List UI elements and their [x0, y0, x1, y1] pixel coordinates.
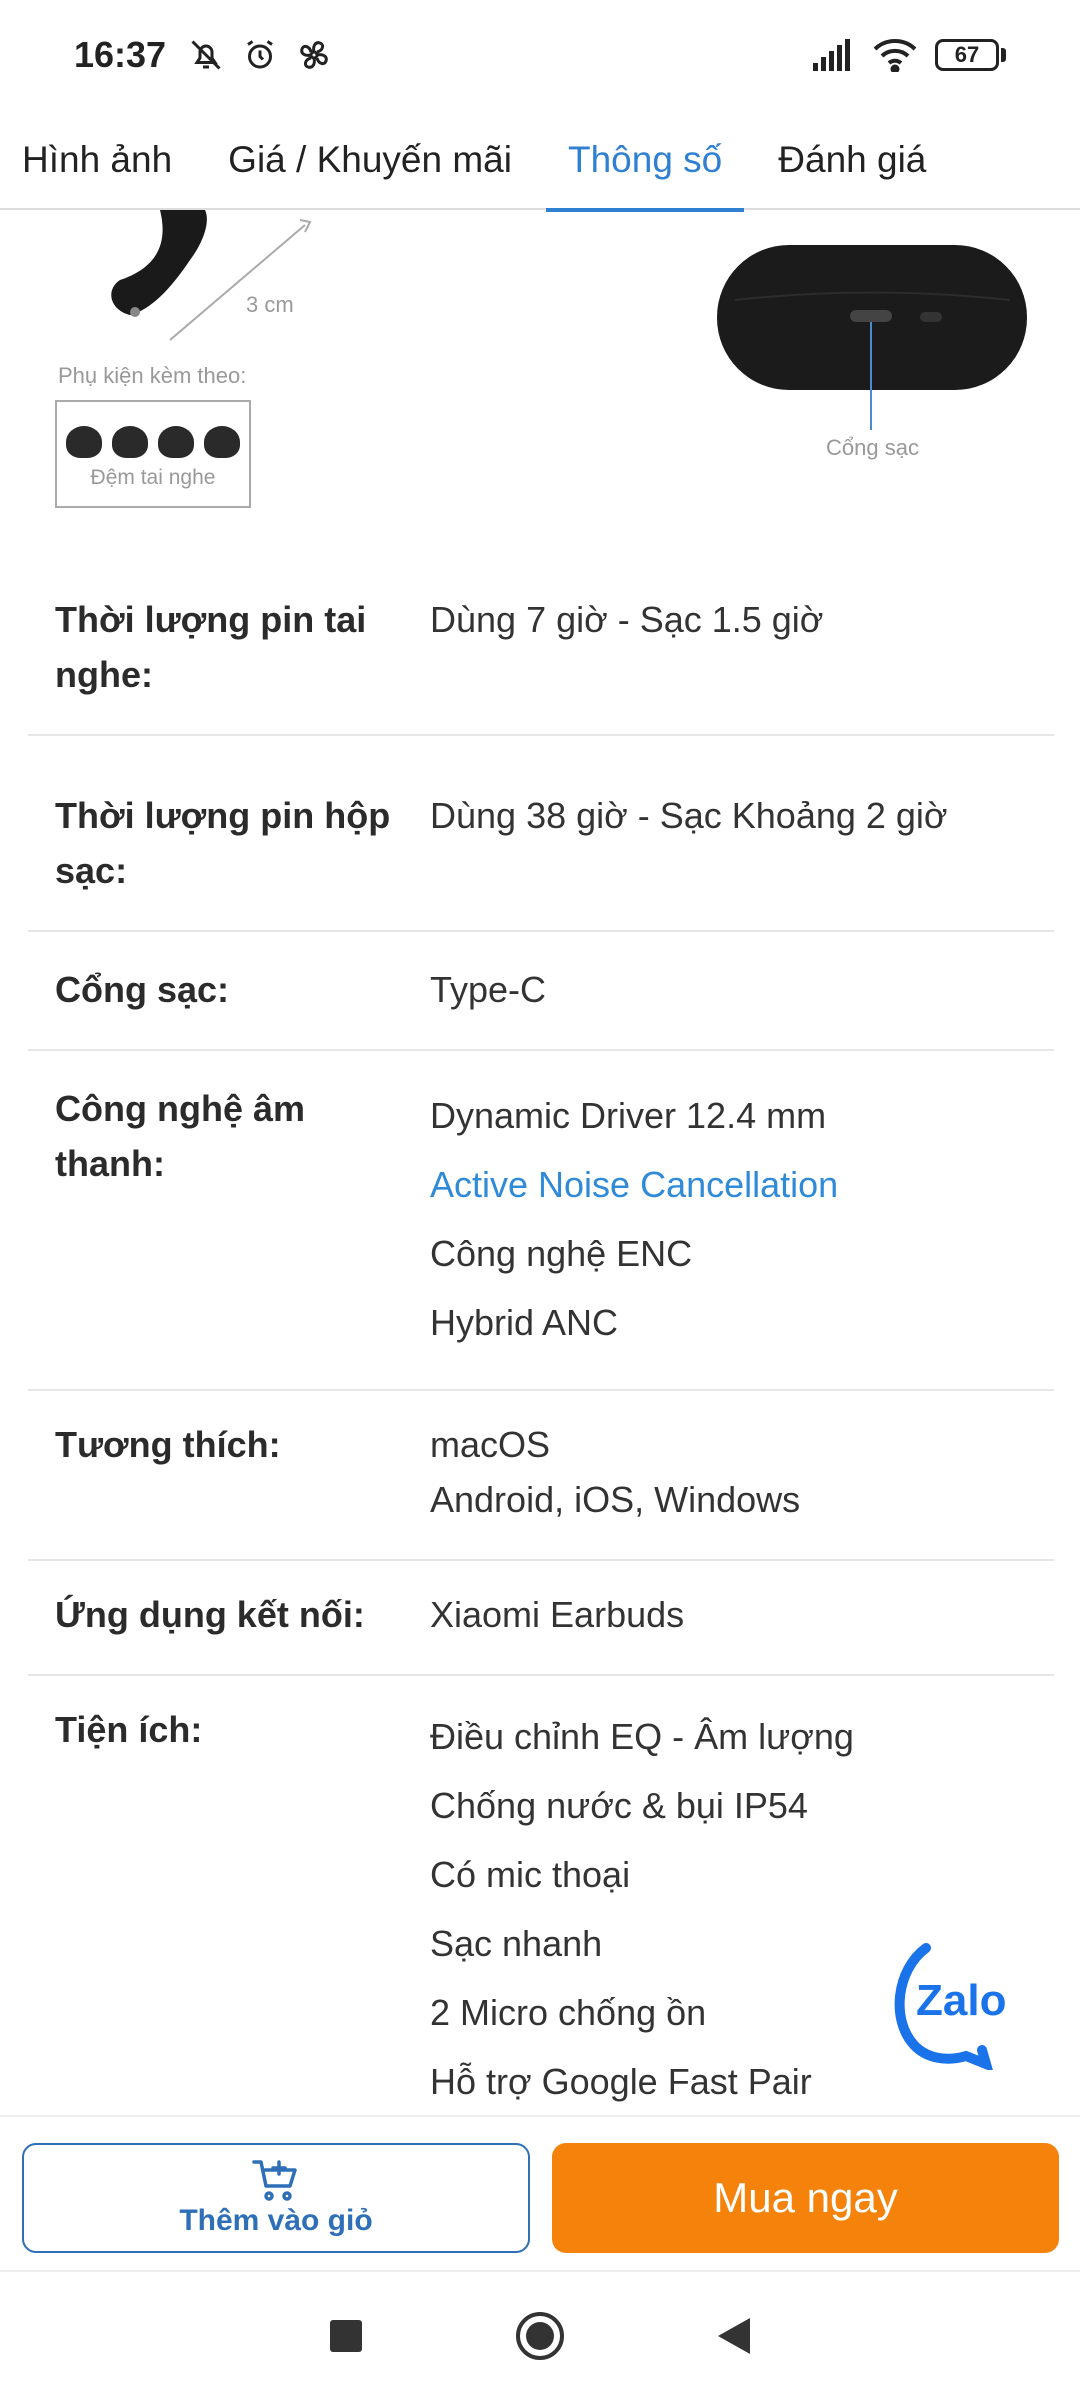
spec-value-line: Dùng 7 giờ - Sạc 1.5 giờ	[430, 599, 824, 640]
spec-row: Ứng dụng kết nối: Xiaomi Earbuds	[28, 1561, 1054, 1676]
spec-value-line: Chống nước & bụi IP54	[430, 1785, 808, 1826]
ear-tip	[158, 426, 194, 458]
spec-label: Tương thích:	[55, 1424, 281, 1465]
product-illustration: 3 cm Phụ kiện kèm theo: Đệm tai nghe Cổn…	[0, 210, 1080, 540]
spec-value-line: macOS	[430, 1424, 551, 1465]
zalo-icon: Zalo	[894, 1943, 1006, 2073]
spec-value: Type-C	[430, 962, 1054, 1017]
accessory-box: Đệm tai nghe	[55, 400, 251, 508]
ear-tip	[66, 426, 102, 458]
recents-icon[interactable]	[328, 2318, 364, 2354]
signal-icon	[813, 39, 850, 71]
ear-tips	[57, 426, 249, 458]
fan-icon	[300, 41, 328, 69]
spec-value-line: Có mic thoại	[430, 1854, 631, 1895]
spec-value-line: Android, iOS, Windows	[430, 1479, 801, 1520]
system-nav-bar	[0, 2270, 1080, 2400]
alarm-icon	[247, 40, 273, 69]
home-icon[interactable]	[514, 2310, 566, 2362]
add-to-cart-label: Thêm vào giỏ	[179, 2204, 373, 2237]
wifi-icon	[873, 39, 917, 72]
status-time: 16:37	[74, 34, 167, 75]
spec-value-link[interactable]: Active Noise Cancellation	[430, 1150, 1054, 1219]
spec-label: Cổng sạc:	[55, 969, 230, 1010]
spec-value-line: Điều chỉnh EQ - Âm lượng	[430, 1716, 854, 1757]
spec-value-line: Hybrid ANC	[430, 1302, 619, 1343]
spec-value: Dùng 7 giờ - Sạc 1.5 giờ	[430, 592, 1054, 702]
bell-muted-icon	[191, 40, 221, 70]
spec-row: Công nghệ âm thanh: Dynamic Driver 12.4 …	[28, 1051, 1054, 1391]
tab-specifications[interactable]: Thông số	[545, 110, 745, 212]
spec-label: Thời lượng pin tai nghe:	[55, 599, 367, 695]
spec-value: Dùng 38 giờ - Sạc Khoảng 2 giờ	[430, 788, 1054, 898]
battery-tip	[1001, 48, 1006, 62]
battery-level: 67	[935, 39, 999, 71]
spec-value-line: Type-C	[430, 969, 547, 1010]
zalo-text: Zalo	[916, 1976, 1006, 2025]
spec-label: Tiện ích:	[55, 1709, 203, 1750]
status-bar: 16:37 67	[0, 0, 1080, 110]
tab-price-promotions[interactable]: Giá / Khuyến mãi	[206, 110, 534, 210]
spec-row: Cổng sạc: Type-C	[28, 932, 1054, 1051]
spec-value-line: Công nghệ ENC	[430, 1233, 693, 1274]
charging-case-image	[717, 245, 1027, 430]
back-icon[interactable]	[716, 2316, 752, 2356]
spec-value-line: Dùng 38 giờ - Sạc Khoảng 2 giờ	[430, 795, 948, 836]
spec-value: macOS Android, iOS, Windows	[430, 1417, 1054, 1527]
spec-row: Tương thích: macOS Android, iOS, Windows	[28, 1391, 1054, 1561]
tab-reviews[interactable]: Đánh giá	[756, 110, 948, 210]
spec-value: Xiaomi Earbuds	[430, 1587, 1054, 1642]
spec-label: Thời lượng pin hộp sạc:	[55, 795, 391, 891]
spec-row: Thời lượng pin hộp sạc: Dùng 38 giờ - Sạ…	[28, 736, 1054, 932]
spec-table: Thời lượng pin tai nghe: Dùng 7 giờ - Sạ…	[28, 540, 1054, 2148]
spec-row: Tiện ích: Điều chỉnh EQ - Âm lượng Chống…	[28, 1676, 1054, 2148]
tab-images[interactable]: Hình ảnh	[0, 110, 194, 210]
spec-row: Thời lượng pin tai nghe: Dùng 7 giờ - Sạ…	[28, 540, 1054, 736]
spec-value-line: Xiaomi Earbuds	[430, 1594, 685, 1635]
status-right: 67	[813, 38, 1006, 72]
earbud-image	[111, 210, 312, 341]
accessory-label: Phụ kiện kèm theo:	[58, 363, 247, 388]
spec-label: Công nghệ âm thanh:	[55, 1088, 305, 1184]
dimension-label: 3 cm	[246, 292, 294, 317]
ear-tip	[112, 426, 148, 458]
zalo-chat-button[interactable]: Zalo	[886, 1940, 1016, 2073]
bottom-action-bar: Thêm vào giỏ Mua ngay	[0, 2115, 1080, 2270]
cart-plus-icon	[252, 2160, 297, 2201]
ear-tip	[204, 426, 240, 458]
add-to-cart-button[interactable]: Thêm vào giỏ	[22, 2143, 530, 2253]
tab-bar: Hình ảnh Giá / Khuyến mãi Thông số Đánh …	[0, 110, 1080, 212]
status-left-icons	[188, 37, 332, 73]
charging-port-label: Cổng sạc	[826, 435, 919, 460]
battery-indicator: 67	[935, 39, 1006, 71]
accessory-caption: Đệm tai nghe	[90, 466, 216, 489]
buy-now-button[interactable]: Mua ngay	[552, 2143, 1059, 2253]
spec-value-line: Dynamic Driver 12.4 mm	[430, 1095, 827, 1136]
spec-label: Ứng dụng kết nối:	[55, 1594, 365, 1635]
spec-value: Dynamic Driver 12.4 mm Active Noise Canc…	[430, 1081, 1054, 1357]
